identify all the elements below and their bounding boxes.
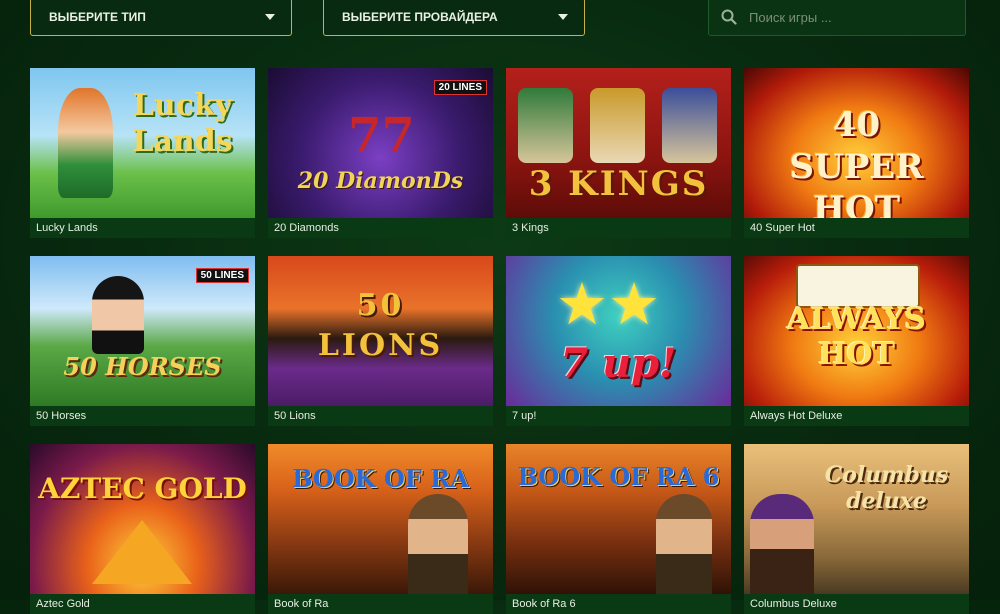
game-title: 20 Diamonds — [274, 222, 339, 234]
game-art-title: AZTEC GOLD — [38, 472, 247, 505]
game-art-title: 3 KINGS — [528, 164, 709, 204]
chevron-down-icon — [265, 14, 275, 20]
game-card[interactable]: ★★ 7 up! 7 up! — [506, 256, 731, 426]
game-card[interactable]: AZTEC GOLD Aztec Gold — [30, 444, 255, 614]
game-thumbnail[interactable]: 20 LINES 77 20 DiamonDs — [268, 68, 493, 218]
game-art-title: 50 HORSES — [63, 352, 222, 381]
game-card[interactable]: BOOK OF RA 6 Book of Ra 6 — [506, 444, 731, 614]
search-icon — [721, 9, 737, 25]
game-title: 50 Lions — [274, 410, 316, 422]
game-card[interactable]: BOOK OF RA Book of Ra — [268, 444, 493, 614]
game-card[interactable]: 50 LIONS 50 Lions — [268, 256, 493, 426]
game-thumbnail[interactable]: Columbus deluxe — [744, 444, 969, 594]
game-thumbnail[interactable]: ALWAYS HOT — [744, 256, 969, 406]
game-card[interactable]: 50 LINES 50 HORSES 50 Horses — [30, 256, 255, 426]
game-title: 40 Super Hot — [750, 222, 815, 234]
game-title: 3 Kings — [512, 222, 549, 234]
game-title: 7 up! — [512, 410, 537, 422]
type-select[interactable]: Выберите тип — [30, 0, 292, 36]
game-card[interactable]: 3 KINGS 3 Kings — [506, 68, 731, 238]
search-input[interactable] — [747, 8, 951, 26]
game-thumbnail[interactable]: 50 LIONS — [268, 256, 493, 406]
game-card[interactable]: 40 SUPER HOT 40 Super Hot — [744, 68, 969, 238]
game-art-title: Columbus deluxe — [824, 462, 949, 514]
game-thumbnail[interactable]: Lucky Lands — [30, 68, 255, 218]
filter-bar: Выберите тип Выберите провайдера — [0, 0, 1000, 38]
game-art-title: 7 up! — [560, 340, 677, 387]
game-title: 50 Horses — [36, 410, 87, 422]
game-art-title: BOOK OF RA 6 — [517, 462, 720, 491]
game-thumbnail[interactable]: 3 KINGS — [506, 68, 731, 218]
game-art-title: 50 LIONS — [317, 288, 444, 363]
game-card[interactable]: Columbus deluxe Columbus Deluxe — [744, 444, 969, 614]
chevron-down-icon — [558, 14, 568, 20]
game-art-title: Lucky Lands — [132, 88, 233, 159]
game-thumbnail[interactable]: AZTEC GOLD — [30, 444, 255, 594]
game-art-title: 40 SUPER HOT — [789, 105, 924, 218]
search-box — [708, 0, 966, 36]
game-title: Always Hot Deluxe — [750, 410, 843, 422]
game-thumbnail[interactable]: 50 LINES 50 HORSES — [30, 256, 255, 406]
game-art-title: ALWAYS HOT — [787, 302, 926, 372]
type-select-label: Выберите тип — [49, 10, 146, 24]
lines-badge: 20 LINES — [433, 80, 487, 95]
game-thumbnail[interactable]: BOOK OF RA — [268, 444, 493, 594]
game-art-title: BOOK OF RA — [292, 464, 469, 493]
game-thumbnail[interactable]: ★★ 7 up! — [506, 256, 731, 406]
game-title: Lucky Lands — [36, 222, 98, 234]
lines-badge: 50 LINES — [195, 268, 249, 283]
game-card[interactable]: Lucky Lands Lucky Lands — [30, 68, 255, 238]
game-thumbnail[interactable]: 40 SUPER HOT — [744, 68, 969, 218]
game-art-title: 20 DiamonDs — [297, 168, 464, 194]
provider-select-label: Выберите провайдера — [342, 10, 498, 24]
game-card[interactable]: ALWAYS HOT Always Hot Deluxe — [744, 256, 969, 426]
provider-select[interactable]: Выберите провайдера — [323, 0, 585, 36]
game-thumbnail[interactable]: BOOK OF RA 6 — [506, 444, 731, 594]
game-card[interactable]: 20 LINES 77 20 DiamonDs 20 Diamonds — [268, 68, 493, 238]
